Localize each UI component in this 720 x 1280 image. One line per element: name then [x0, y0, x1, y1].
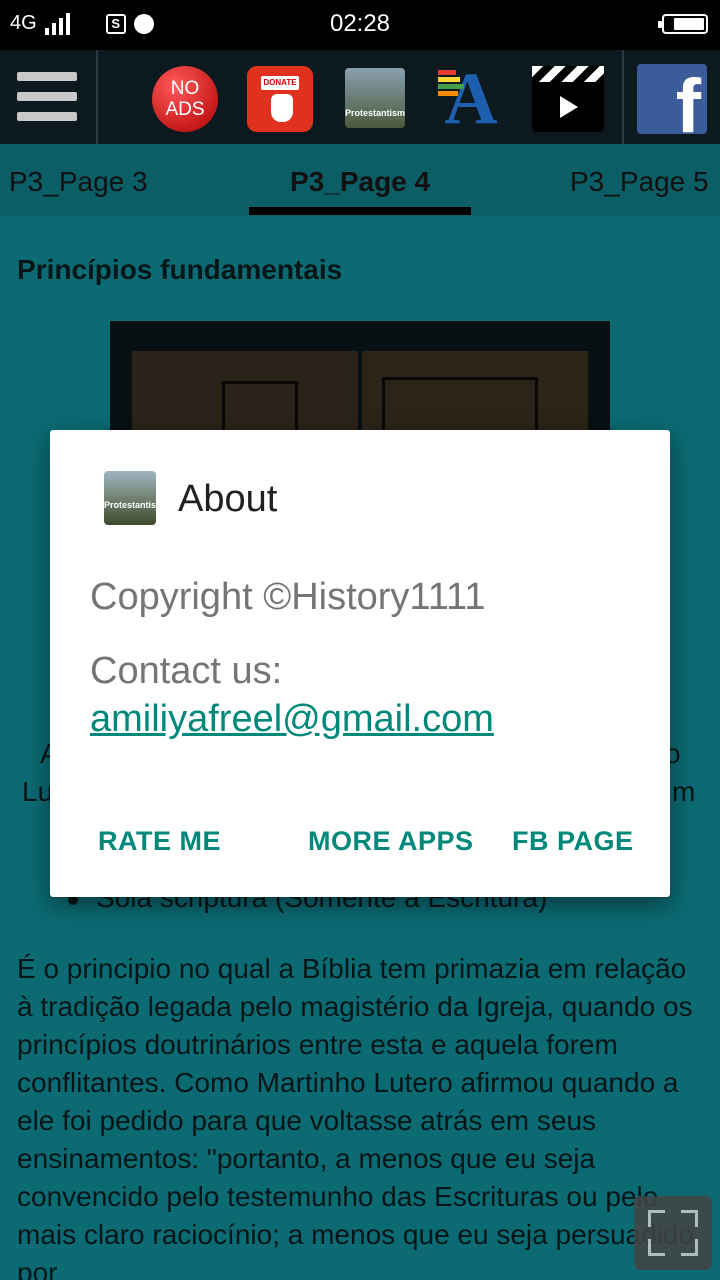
dialog-title: About — [178, 478, 278, 520]
section-heading: Princípios fundamentais — [17, 254, 343, 285]
text-fragment: Lu — [22, 776, 54, 807]
tab-bar: P3_Page 3 P3_Page 4 P3_Page 5 — [0, 144, 720, 216]
app-icon: Protestantism — [104, 471, 156, 525]
rate-me-button[interactable]: RATE ME — [98, 826, 221, 857]
active-tab-indicator — [249, 207, 471, 215]
text-fragment: m — [672, 776, 696, 807]
facebook-icon[interactable]: f — [637, 64, 707, 134]
fb-page-button[interactable]: FB PAGE — [512, 826, 634, 857]
about-dialog: Protestantism About Copyright ©History11… — [50, 430, 670, 897]
tab-page-4[interactable]: P3_Page 4 — [290, 166, 430, 198]
donate-icon[interactable]: DONATE — [247, 66, 313, 132]
play-icon — [560, 96, 578, 118]
toolbar: NO ADS DONATE Protestantism A f — [0, 50, 720, 144]
protestantism-app-icon[interactable]: Protestantism — [345, 68, 405, 128]
more-apps-button[interactable]: MORE APPS — [308, 826, 474, 857]
battery-icon — [658, 14, 708, 34]
hand-icon — [271, 94, 293, 122]
clock: 02:28 — [329, 10, 391, 37]
paragraph: É o principio no qual a Bíblia tem prima… — [17, 953, 695, 1280]
no-ads-icon[interactable]: NO ADS — [152, 66, 218, 132]
app-icon-label: Protestantism — [345, 108, 406, 118]
tab-page-5[interactable]: P3_Page 5 — [570, 166, 709, 198]
tab-page-3[interactable]: P3_Page 3 — [9, 166, 148, 198]
status-bar: 4G S 02:28 — [0, 0, 720, 50]
font-size-icon[interactable]: A — [438, 62, 504, 136]
contact-label: Contact us: — [90, 650, 283, 692]
email-link[interactable]: amiliyafreel@gmail.com — [90, 698, 494, 741]
toolbar-divider — [622, 50, 624, 144]
app-icon-label: Protestantism — [104, 500, 156, 510]
color-bars — [438, 70, 466, 100]
video-icon[interactable] — [532, 66, 604, 132]
menu-icon[interactable] — [0, 50, 98, 144]
donate-tag: DONATE — [261, 76, 299, 90]
copyright-text: Copyright ©History1111 — [90, 576, 486, 618]
fullscreen-icon[interactable] — [634, 1196, 712, 1270]
